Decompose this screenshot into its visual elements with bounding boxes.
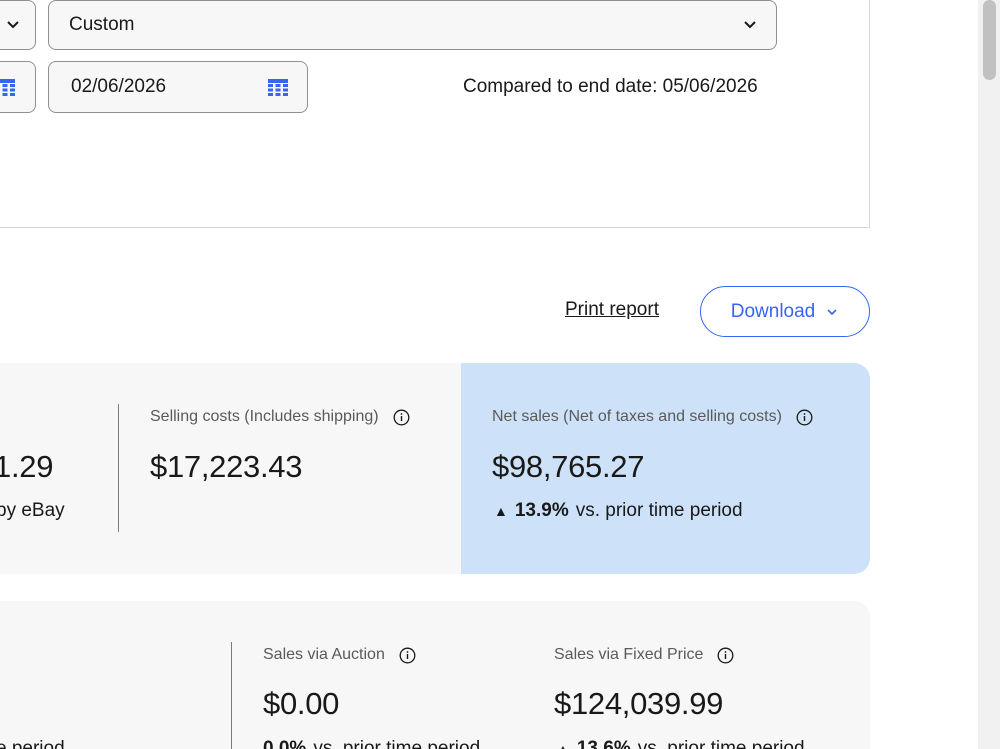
download-button[interactable]: Download: [700, 286, 870, 337]
net-sales-label: Net sales (Net of taxes and selling cost…: [492, 408, 813, 426]
fixed-price-sales-label-text: Sales via Fixed Price: [554, 646, 704, 663]
scrollbar-track[interactable]: [978, 0, 1000, 749]
compare-end-date-text: Compared to end date: 05/06/2026: [463, 76, 758, 97]
start-date-input[interactable]: 02/06/2026: [48, 61, 308, 113]
auction-sales-label: Sales via Auction: [263, 646, 416, 664]
info-icon[interactable]: [717, 647, 734, 664]
partial-breakdown-sub: e period: [0, 738, 65, 749]
start-date-value: 02/06/2026: [71, 76, 167, 97]
download-button-label: Download: [730, 300, 816, 322]
info-icon[interactable]: [393, 409, 410, 426]
period-select[interactable]: Custom: [48, 0, 777, 50]
scrollbar-thumb[interactable]: [983, 0, 996, 80]
auction-sales-change: 0.0% vs. prior time period: [263, 738, 480, 749]
page: Custom 02/06/2026 Compared to end date: …: [0, 0, 1000, 749]
info-icon[interactable]: [399, 647, 416, 664]
auction-sales-value: $0.00: [263, 686, 340, 721]
fixed-price-sales-label: Sales via Fixed Price: [554, 646, 734, 664]
fixed-price-sales-value: $124,039.99: [554, 686, 724, 721]
calendar-icon[interactable]: [0, 79, 15, 97]
selling-costs-label: Selling costs (Includes shipping): [150, 408, 410, 426]
chevron-down-icon: [744, 21, 756, 29]
trend-up-icon: ▲: [494, 503, 508, 519]
partial-metric-value: 1.29: [0, 449, 54, 484]
auction-sales-change-pct: 0.0%: [263, 738, 307, 749]
selling-costs-label-text: Selling costs (Includes shipping): [150, 408, 379, 425]
fixed-price-sales-change-pct: 13.6%: [576, 738, 631, 749]
chevron-down-icon: [7, 21, 19, 29]
fixed-price-sales-change: ▲ 13.6% vs. prior time period: [556, 738, 805, 749]
divider: [231, 642, 232, 749]
sales-breakdown-card: [0, 601, 870, 749]
net-sales-label-text: Net sales (Net of taxes and selling cost…: [492, 408, 782, 425]
chevron-down-icon: [827, 308, 837, 315]
trend-up-icon: ▲: [556, 741, 570, 749]
selling-costs-value: $17,223.43: [150, 449, 303, 484]
auction-sales-label-text: Sales via Auction: [263, 646, 385, 663]
period-select-value: Custom: [69, 14, 135, 35]
partial-metric-sub: by eBay: [0, 500, 65, 521]
net-sales-change-pct: 13.9%: [514, 500, 569, 521]
date-range-type-select[interactable]: [0, 0, 36, 50]
info-icon[interactable]: [796, 409, 813, 426]
divider: [118, 404, 119, 532]
net-sales-value: $98,765.27: [492, 449, 645, 484]
end-date-input[interactable]: [0, 61, 36, 113]
fixed-price-sales-change-text: vs. prior time period: [637, 738, 805, 749]
net-sales-change: ▲ 13.9% vs. prior time period: [494, 500, 743, 522]
print-report-link[interactable]: Print report: [565, 299, 659, 321]
auction-sales-change-text: vs. prior time period: [313, 738, 481, 749]
net-sales-change-text: vs. prior time period: [575, 500, 743, 521]
calendar-icon[interactable]: [268, 79, 288, 97]
